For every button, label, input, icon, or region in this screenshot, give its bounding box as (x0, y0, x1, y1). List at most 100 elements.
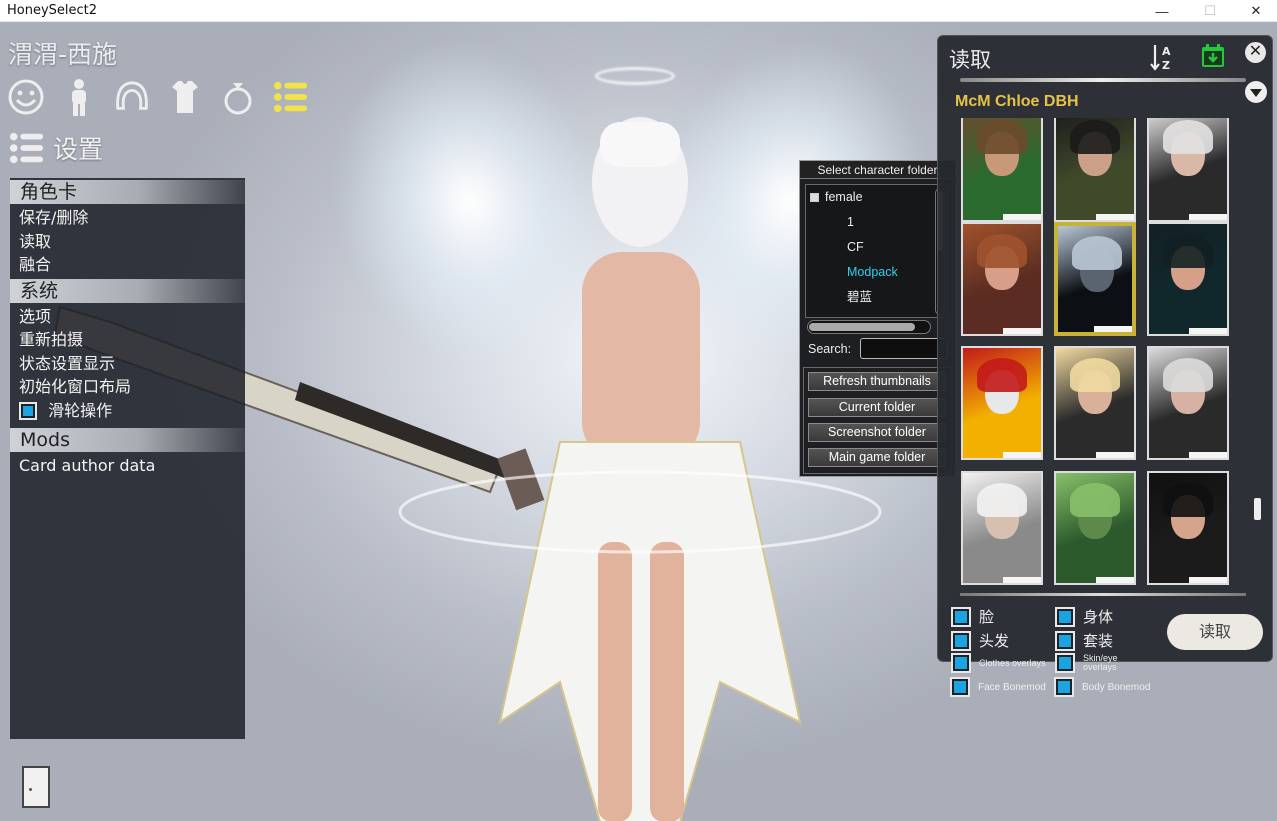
portrait-hair (977, 234, 1027, 268)
door-exit-icon[interactable] (22, 766, 50, 808)
card-thumbnail[interactable] (1054, 118, 1136, 222)
option-body-bonemod[interactable]: Body Bonemod (1054, 677, 1150, 697)
face-icon[interactable] (8, 78, 44, 116)
option-outfit[interactable]: 套装 (1055, 630, 1113, 651)
sort-az-icon[interactable]: A Z (1150, 42, 1178, 72)
card-tag (1003, 577, 1041, 583)
portrait-hair (977, 483, 1027, 517)
portrait-hair (1070, 358, 1120, 392)
clothes-overlays-checkbox[interactable] (951, 653, 971, 673)
minimize-button[interactable]: — (1139, 0, 1185, 22)
hscroll-thumb[interactable] (809, 323, 915, 331)
calendar-download-icon[interactable] (1201, 44, 1225, 68)
card-tag (1096, 452, 1134, 458)
face-bonemod-checkbox[interactable] (950, 677, 970, 697)
card-thumbnail[interactable] (1054, 471, 1136, 585)
card-thumbnail[interactable] (1147, 118, 1229, 222)
menu-item-load[interactable]: 读取 (10, 230, 245, 254)
card-thumbnail[interactable] (1147, 471, 1229, 585)
option-clothes-overlays[interactable]: Clothes overlays (951, 653, 1046, 673)
chevron-down-icon (1250, 89, 1262, 97)
scroll-wheel-toggle[interactable]: 滑轮操作 (10, 399, 245, 423)
outfit-checkbox[interactable] (1055, 630, 1075, 651)
card-tag (1189, 328, 1227, 334)
outfit-label: 套装 (1083, 632, 1114, 650)
close-window-button[interactable]: ✕ (1233, 0, 1277, 22)
portrait-hair (1163, 234, 1213, 268)
scroll-wheel-checkbox[interactable] (19, 402, 37, 420)
tree-item-cf[interactable]: CF (806, 235, 947, 260)
grid-scrollbar-thumb[interactable] (1254, 498, 1261, 520)
option-face[interactable]: 脸 (951, 606, 994, 627)
portrait-hair (1163, 483, 1213, 517)
card-thumbnail[interactable] (961, 346, 1043, 460)
window-titlebar: HoneySelect2 — ☐ ✕ (0, 0, 1277, 22)
hair-label: 头发 (979, 632, 1010, 650)
card-tag (1003, 214, 1041, 220)
folder-tree-hscrollbar[interactable] (807, 320, 931, 334)
body-label: 身体 (1083, 608, 1114, 626)
screenshot-folder-button[interactable]: Screenshot folder (808, 423, 946, 442)
settings-label: 设置 (53, 135, 104, 164)
card-tag (1189, 452, 1227, 458)
portrait-hair (1070, 483, 1120, 517)
tree-item-female[interactable]: female (806, 185, 947, 210)
portrait-hair (1163, 358, 1213, 392)
body-icon[interactable] (61, 78, 97, 116)
hair-checkbox[interactable] (951, 630, 971, 651)
skin-eye-overlays-checkbox[interactable] (1055, 653, 1075, 673)
main-game-folder-button[interactable]: Main game folder (808, 448, 946, 467)
menu-item-status-display[interactable]: 状态设置显示 (10, 352, 245, 376)
card-thumbnail[interactable] (1147, 222, 1229, 336)
card-thumbnail[interactable] (1054, 346, 1136, 460)
menu-item-save-delete[interactable]: 保存/删除 (10, 206, 245, 230)
current-folder-button[interactable]: Current folder (808, 398, 946, 417)
menu-item-retake[interactable]: 重新拍摄 (10, 328, 245, 352)
accessory-ring-icon[interactable] (220, 78, 256, 116)
hair-icon[interactable] (114, 78, 150, 116)
portrait-hair (1070, 120, 1120, 154)
maximize-button[interactable]: ☐ (1187, 0, 1233, 22)
clothes-icon[interactable] (167, 78, 203, 116)
menu-item-reset-window-layout[interactable]: 初始化窗口布局 (10, 375, 245, 399)
card-tag (1094, 326, 1132, 332)
body-bonemod-checkbox[interactable] (1054, 677, 1074, 697)
tree-label-female: female (825, 190, 863, 204)
option-skin-eye-overlays[interactable]: Skin/eye overlays (1055, 653, 1127, 673)
selected-card-thumbnail[interactable] (1054, 222, 1136, 336)
skin-eye-overlays-label: Skin/eye overlays (1083, 653, 1118, 672)
expand-toggle-icon[interactable] (810, 193, 819, 203)
card-thumbnail[interactable] (961, 471, 1043, 585)
load-button[interactable]: 读取 (1167, 614, 1263, 650)
card-thumbnail-grid[interactable] (958, 118, 1238, 588)
portrait-hair (977, 358, 1027, 392)
option-hair[interactable]: 头发 (951, 630, 1009, 651)
menu-item-card-author-data[interactable]: Card author data (10, 454, 245, 478)
tree-item-bilan[interactable]: 碧蓝 (806, 285, 947, 310)
scroll-wheel-label: 滑轮操作 (48, 400, 113, 420)
menu-item-options[interactable]: 选项 (10, 305, 245, 329)
folder-dropdown-button[interactable] (1245, 81, 1267, 103)
tree-item-1[interactable]: 1 (806, 210, 947, 235)
refresh-thumbnails-button[interactable]: Refresh thumbnails (808, 372, 946, 391)
menu-item-merge[interactable]: 融合 (10, 253, 245, 277)
card-thumbnail[interactable] (961, 118, 1043, 222)
load-panel-close-button[interactable]: ✕ (1245, 42, 1266, 63)
folder-buttons-group: Refresh thumbnails Current folder Screen… (803, 367, 952, 474)
card-thumbnail[interactable] (1147, 346, 1229, 460)
face-checkbox[interactable] (951, 606, 971, 627)
folder-tree: female 1 CF Modpack 碧蓝 (805, 184, 948, 318)
tree-item-modpack[interactable]: Modpack (806, 260, 947, 285)
system-menu-icon[interactable] (273, 78, 309, 116)
portrait-hair (1163, 120, 1213, 154)
options-separator (960, 593, 1246, 596)
body-checkbox[interactable] (1055, 606, 1075, 627)
card-tag (1189, 577, 1227, 583)
option-body[interactable]: 身体 (1055, 606, 1113, 627)
option-face-bonemod[interactable]: Face Bonemod (950, 677, 1046, 697)
select-folder-popup: Select character folder female 1 CF Modp… (799, 160, 956, 477)
window-title: HoneySelect2 (7, 3, 98, 18)
folder-search-input[interactable] (860, 338, 948, 359)
svg-text:A: A (1162, 45, 1171, 58)
card-thumbnail[interactable] (961, 222, 1043, 336)
